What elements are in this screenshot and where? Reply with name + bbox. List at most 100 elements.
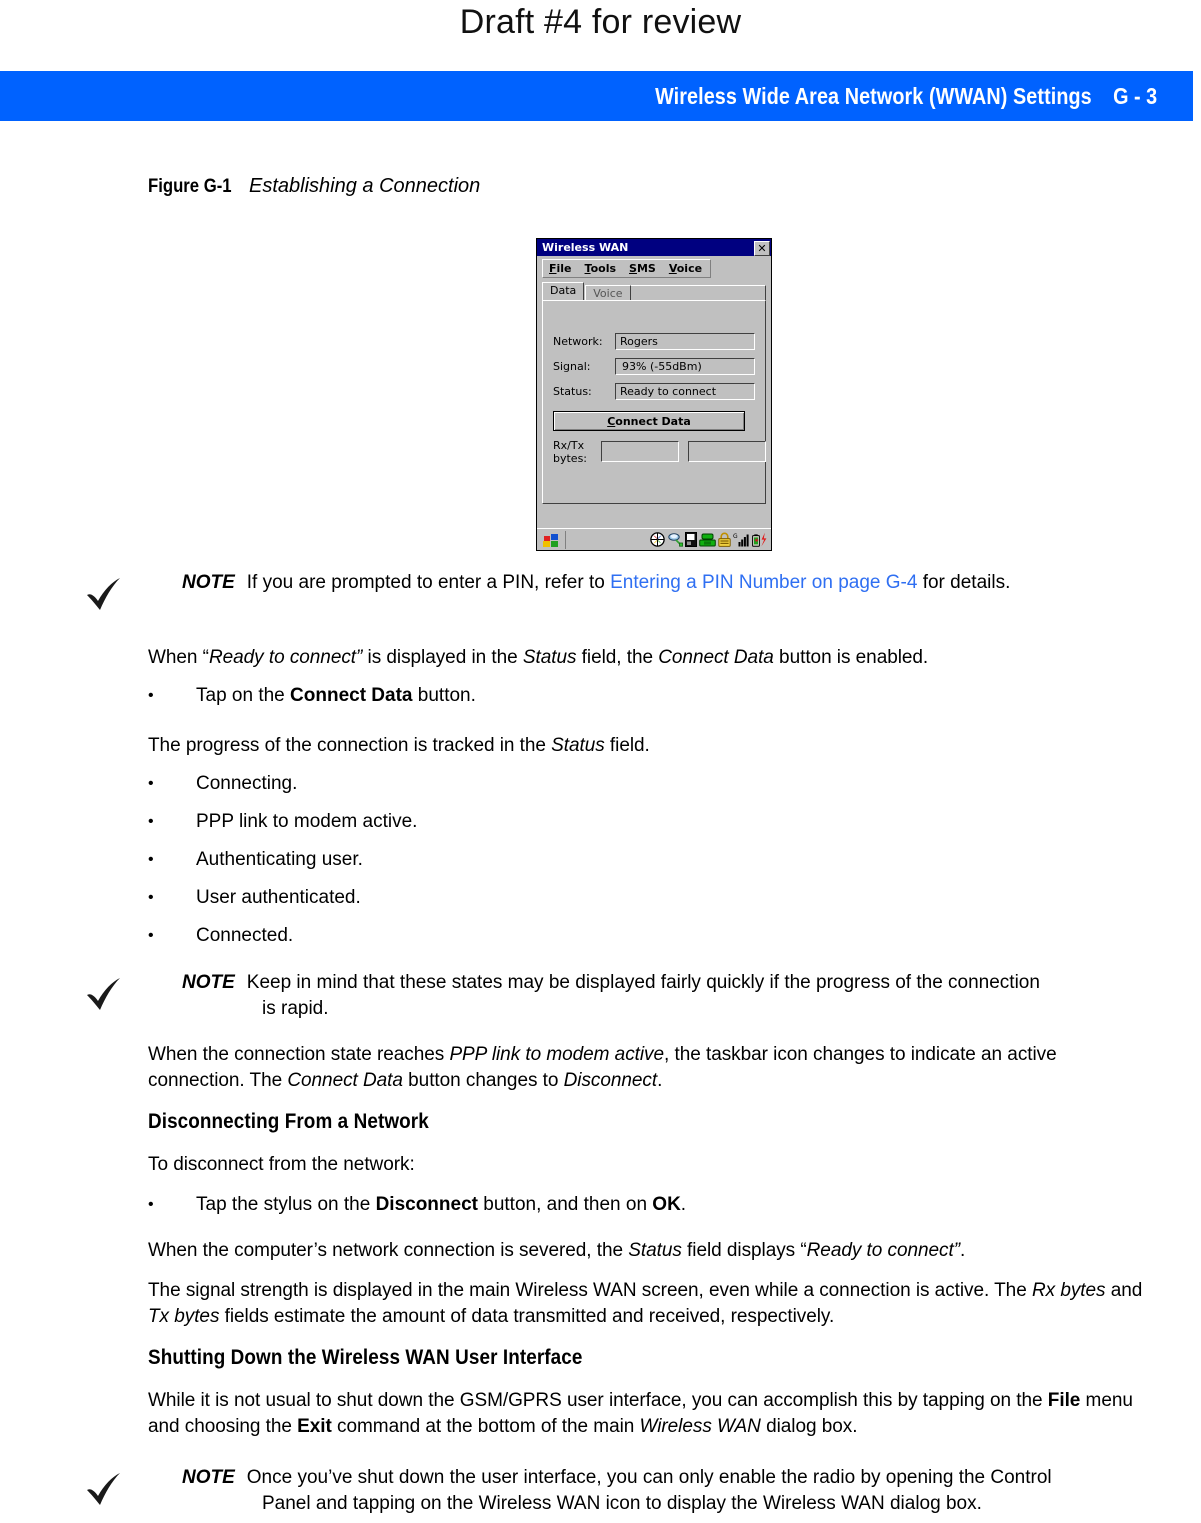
menu-voice-rest: oice <box>676 262 703 275</box>
figure-number: Figure G-1 <box>148 176 232 197</box>
b2-b1: Disconnect <box>375 1194 478 1215</box>
connect-data-button[interactable]: Connect Data <box>553 411 745 431</box>
globe-internet-icon[interactable] <box>650 532 665 547</box>
windows-start-icon[interactable] <box>539 530 563 550</box>
note-body-shutdown-radio: NOTE Once you’ve shut down the user inter… <box>182 1465 1192 1517</box>
bullet-icon: • <box>148 851 154 868</box>
tx-bytes-field <box>688 441 766 462</box>
bullet-icon: • <box>148 775 154 792</box>
p4-t1: When the computer’s network connection i… <box>148 1240 629 1261</box>
p3-i2: Connect Data <box>287 1070 403 1091</box>
note1-before-link: If you are prompted to enter a PIN, refe… <box>246 572 611 593</box>
bullet-icon: • <box>148 927 154 944</box>
network-connection-icon[interactable] <box>667 532 683 547</box>
p1-i3: Connect Data <box>658 647 774 668</box>
connect-data-rest: onnect Data <box>615 414 691 428</box>
paragraph-shutdown-instructions: While it is not usual to shut down the G… <box>148 1388 1153 1440</box>
paragraph-connection-severed: When the computer’s network connection i… <box>148 1238 1158 1264</box>
paragraph-signal-strength: The signal strength is displayed in the … <box>148 1278 1158 1330</box>
bullet-icon: • <box>148 889 154 906</box>
p1-i1: Ready to connect” <box>208 647 363 668</box>
figure-caption: Figure G-1 Establishing a Connection <box>148 175 480 198</box>
bullet-state-user-authenticated: • User authenticated. <box>148 885 948 911</box>
p6-t1: While it is not usual to shut down the G… <box>148 1390 1043 1411</box>
dialog-menubar: File Tools SMS Voice <box>542 259 712 278</box>
svg-text:G: G <box>733 533 738 540</box>
note-body-states-rapid: NOTE Keep in mind that these states may b… <box>182 970 1192 1022</box>
menu-voice[interactable]: Voice <box>669 262 702 275</box>
paragraph-ready-to-connect: When “Ready to connect” is displayed in … <box>148 645 1148 671</box>
b2-b2: OK <box>652 1194 681 1215</box>
p6-t4: dialog box. <box>760 1416 858 1437</box>
draft-notice: Draft #4 for review <box>459 3 742 41</box>
telephone-icon[interactable] <box>699 533 716 547</box>
rx-tx-label: Rx/Tx bytes: <box>553 439 601 465</box>
lock-security-icon[interactable] <box>718 532 731 547</box>
device-pc-icon[interactable] <box>685 532 697 547</box>
rx-tx-label-line1: Rx/Tx <box>553 439 585 452</box>
bullet-tap-connect-data: • Tap on the Connect Data button. <box>148 683 948 709</box>
taskbar-tray: G <box>650 532 768 547</box>
bullet-state-connected: • Connected. <box>148 923 948 949</box>
figure-caption-text: Establishing a Connection <box>249 175 481 197</box>
dialog-tab-page-data: Network: Rogers Signal: 93% (-55dBm) Sta… <box>542 300 766 504</box>
menu-sms-mnemonic: S <box>629 262 637 275</box>
b1-t1: Tap on the <box>196 685 291 706</box>
b1-t2: button. <box>412 685 476 706</box>
rx-tx-row: Rx/Tx bytes: <box>553 439 766 465</box>
p3-t3: connection. The <box>148 1070 288 1091</box>
network-value: Rogers <box>615 333 755 350</box>
p5-t4: fields estimate the amount of data trans… <box>219 1306 835 1327</box>
p3-t4: button changes to <box>402 1070 564 1091</box>
state-bullet-text: PPP link to modem active. <box>196 811 418 832</box>
status-label: Status: <box>553 385 592 398</box>
dialog-taskbar: G <box>537 528 771 550</box>
note-label: NOTE <box>182 972 235 993</box>
field-row-network: Network: Rogers <box>553 333 755 350</box>
p3-t5: . <box>657 1070 663 1091</box>
menu-tools-rest: ools <box>590 262 617 275</box>
p3-t2: , the taskbar icon changes to indicate a… <box>664 1044 1057 1065</box>
b1-b1: Connect Data <box>290 685 413 706</box>
battery-charging-icon[interactable] <box>751 532 768 547</box>
menu-tools[interactable]: Tools <box>585 262 616 275</box>
state-bullet-text: Connected. <box>196 925 294 946</box>
p5-i1: Rx <box>1031 1280 1056 1301</box>
rx-tx-label-line2: bytes: <box>553 452 588 465</box>
p1-i2: Status <box>522 647 577 668</box>
signal-label: Signal: <box>553 360 591 373</box>
checkmark-icon <box>84 574 128 614</box>
close-icon[interactable]: ✕ <box>754 240 770 256</box>
p4-t3: . <box>960 1240 966 1261</box>
p1-t2: is displayed in the <box>362 647 523 668</box>
heading-shutting-down-wwan-ui: Shutting Down the Wireless WAN User Inte… <box>148 1346 583 1369</box>
p4-t2: field displays “ <box>681 1240 807 1261</box>
tab-voice[interactable]: Voice <box>585 285 631 300</box>
rx-bytes-field <box>601 441 679 462</box>
taskbar-divider <box>565 530 566 549</box>
b2-t2: button, and then on <box>477 1194 653 1215</box>
p3-i1: PPP link to modem active <box>449 1044 665 1065</box>
p5-t3: and <box>1105 1280 1143 1301</box>
signal-value: 93% (-55dBm) <box>615 358 755 375</box>
checkmark-icon <box>84 1469 128 1509</box>
p2-t2: field. <box>604 735 650 756</box>
dialog-titlebar: Wireless WAN ✕ <box>537 239 771 256</box>
tabstrip-filler <box>630 285 766 300</box>
p6-b1: File <box>1047 1390 1081 1411</box>
menu-sms[interactable]: SMS <box>629 262 656 275</box>
note1-after-link: for details. <box>917 572 1011 593</box>
p1-t3: field, the <box>576 647 659 668</box>
bullet-state-ppp-link: • PPP link to modem active. <box>148 809 948 835</box>
note-label: NOTE <box>182 1467 235 1488</box>
menu-sms-rest: MS <box>636 262 656 275</box>
p4-i2: Ready to connect” <box>806 1240 960 1261</box>
bullet-disconnect-text: Tap the stylus on the Disconnect button,… <box>148 1192 1048 1218</box>
p3-t1: When the connection state reaches <box>148 1044 450 1065</box>
tab-data[interactable]: Data <box>542 282 585 300</box>
pin-number-link[interactable]: Entering a PIN Number on page G-4 <box>610 572 917 593</box>
gprs-signal-bars-icon[interactable]: G <box>733 532 749 547</box>
field-row-signal: Signal: 93% (-55dBm) <box>553 358 755 375</box>
paragraph-ppp-state-taskbar: When the connection state reaches PPP li… <box>148 1042 1158 1094</box>
menu-file[interactable]: File <box>549 262 572 275</box>
